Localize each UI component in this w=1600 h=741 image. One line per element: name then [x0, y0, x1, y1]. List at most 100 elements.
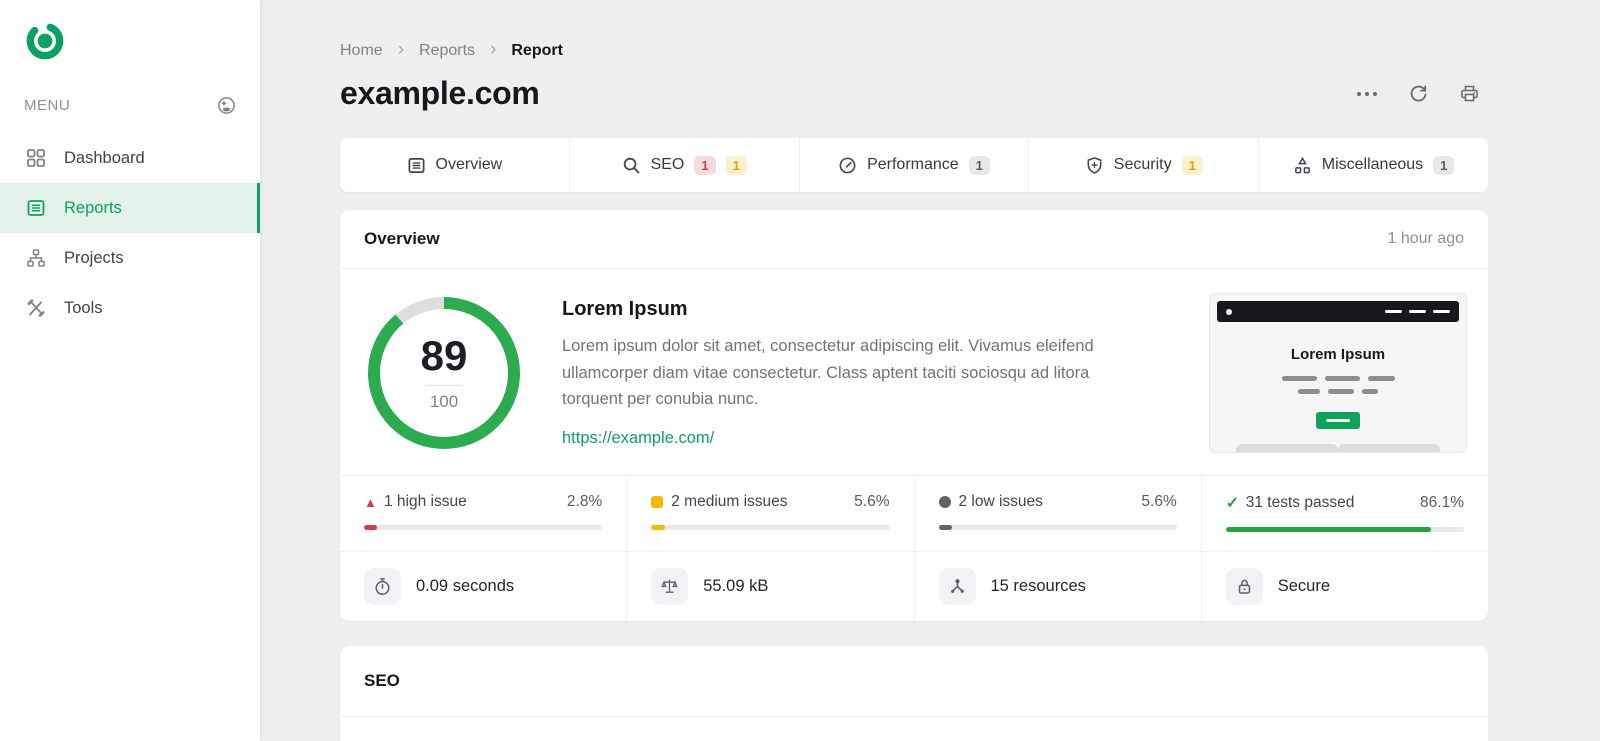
target-logo-icon [26, 22, 64, 60]
stat-tests-passed: ✓ 31 tests passed 86.1% [1200, 476, 1488, 551]
tools-icon [27, 299, 45, 317]
dashboard-grid-icon [27, 149, 45, 167]
breadcrumb-reports[interactable]: Reports [419, 42, 475, 60]
score-divider [426, 384, 462, 386]
stat-progress-track [364, 525, 603, 530]
seo-card-title: SEO [364, 671, 400, 690]
main-content: Home › Reports › Report example.com Over… [260, 0, 1600, 741]
stat-progress-fill [364, 525, 377, 530]
sidebar-item-projects[interactable]: Projects [0, 233, 260, 283]
sidebar-item-label: Projects [64, 248, 124, 267]
thumbnail-button [1316, 412, 1360, 429]
tab-miscellaneous[interactable]: Miscellaneous 1 [1258, 138, 1488, 192]
sidebar-nav: Dashboard Reports Projects Tools [0, 133, 260, 333]
tab-label: Miscellaneous [1321, 156, 1424, 173]
overview-card-title: Overview [364, 229, 440, 248]
tab-security[interactable]: Security 1 [1028, 138, 1258, 192]
thumbnail-card-block [1236, 444, 1338, 452]
lock-icon [1225, 568, 1263, 605]
stat-percent: 5.6% [854, 493, 890, 510]
report-toolbar [1356, 83, 1488, 104]
thumbnail-card-block [1338, 444, 1440, 452]
metric-label: 0.09 seconds [416, 577, 515, 595]
metric-page-size: 55.09 kB [626, 552, 913, 621]
stat-percent: 86.1% [1420, 494, 1464, 511]
tab-overview[interactable]: Overview [340, 138, 569, 192]
gauge-icon [839, 157, 856, 173]
tab-label: Security [1113, 156, 1172, 173]
stat-label: 1 high issue [384, 493, 467, 510]
breadcrumb: Home › Reports › Report [340, 40, 1488, 61]
stat-label: 2 medium issues [671, 493, 788, 510]
tab-seo[interactable]: SEO 1 1 [568, 138, 799, 192]
stat-progress-fill [1225, 527, 1431, 532]
metric-label: Secure [1277, 577, 1331, 595]
stat-progress-track [938, 525, 1177, 530]
stopwatch-icon [364, 568, 401, 605]
print-icon[interactable] [1459, 83, 1480, 104]
stat-low-issues: 2 low issues 5.6% [913, 476, 1201, 551]
sidebar-item-dashboard[interactable]: Dashboard [0, 133, 260, 183]
thumbnail-text-row [1210, 389, 1466, 394]
report-timestamp: 1 hour ago [1387, 230, 1464, 247]
tab-performance[interactable]: Performance 1 [798, 138, 1029, 192]
medium-issue-square-icon [651, 496, 664, 508]
overview-card: Overview 1 hour ago 89 100 Lorem Ipsum L… [340, 210, 1488, 621]
metrics-row: 0.09 seconds 55.09 kB 15 resources Secur… [340, 551, 1488, 621]
high-issues-badge: 1 [694, 155, 716, 175]
account-settings-icon[interactable] [217, 96, 236, 115]
stat-percent: 2.8% [566, 493, 603, 510]
score-value: 89 [420, 331, 468, 379]
stat-progress-track [651, 525, 890, 530]
metric-security: Secure [1200, 552, 1488, 621]
medium-issues-badge: 1 [725, 155, 747, 175]
metric-label: 55.09 kB [703, 577, 769, 595]
seo-card-body [340, 717, 1488, 741]
menu-section-label: MENU [24, 97, 71, 114]
stat-percent: 5.6% [1141, 493, 1177, 510]
thumbnail-nav-links [1385, 310, 1450, 313]
issue-stats-row: ▲ 1 high issue 2.8% 2 medium issues 5.6% [340, 475, 1488, 551]
stat-medium-issues: 2 medium issues 5.6% [626, 476, 913, 551]
sidebar-item-label: Reports [64, 198, 122, 217]
tab-label: Overview [435, 156, 503, 173]
stat-progress-fill [938, 525, 952, 530]
site-url-link[interactable]: https://example.com/ [562, 429, 714, 448]
issues-badge: 1 [1433, 155, 1455, 175]
tab-label: SEO [650, 156, 685, 173]
scale-icon [651, 568, 689, 605]
sidebar-item-label: Tools [64, 298, 103, 317]
issues-badge: 1 [1181, 155, 1203, 175]
stat-progress-track [1225, 527, 1464, 532]
thumbnail-text-row [1210, 376, 1466, 381]
more-icon[interactable] [1356, 91, 1378, 97]
report-tabs: Overview SEO 1 1 Performance 1 Security … [340, 138, 1488, 192]
tests-passed-check-icon: ✓ [1225, 495, 1240, 512]
thumbnail-heading: Lorem Ipsum [1290, 346, 1386, 363]
low-issue-circle-icon [938, 496, 951, 508]
breadcrumb-home[interactable]: Home [340, 42, 383, 60]
resources-icon [938, 568, 976, 605]
sidebar-item-label: Dashboard [64, 148, 145, 167]
refresh-icon[interactable] [1408, 83, 1429, 104]
breadcrumb-current: Report [511, 41, 563, 59]
site-heading: Lorem Ipsum [562, 297, 688, 320]
score-max: 100 [429, 391, 459, 411]
stat-progress-fill [651, 525, 665, 530]
breadcrumb-chevron-icon: › [490, 39, 497, 60]
stat-label: 2 low issues [958, 493, 1043, 510]
sidebar-item-tools[interactable]: Tools [0, 283, 260, 333]
thumbnail-browser-bar [1217, 301, 1459, 322]
projects-hierarchy-icon [27, 249, 45, 267]
stat-high-issues: ▲ 1 high issue 2.8% [340, 476, 626, 551]
thumbnail-logo-dot [1226, 308, 1232, 315]
sidebar-item-reports[interactable]: Reports [0, 183, 260, 233]
metric-resources: 15 resources [913, 552, 1201, 621]
shield-icon [1087, 156, 1102, 174]
app-logo[interactable] [0, 0, 260, 62]
shapes-icon [1294, 156, 1310, 173]
breadcrumb-chevron-icon: › [397, 39, 405, 60]
sidebar: MENU Dashboard Reports Projects Tools [0, 0, 260, 741]
tab-label: Performance [867, 156, 959, 173]
overview-list-icon [408, 157, 425, 173]
